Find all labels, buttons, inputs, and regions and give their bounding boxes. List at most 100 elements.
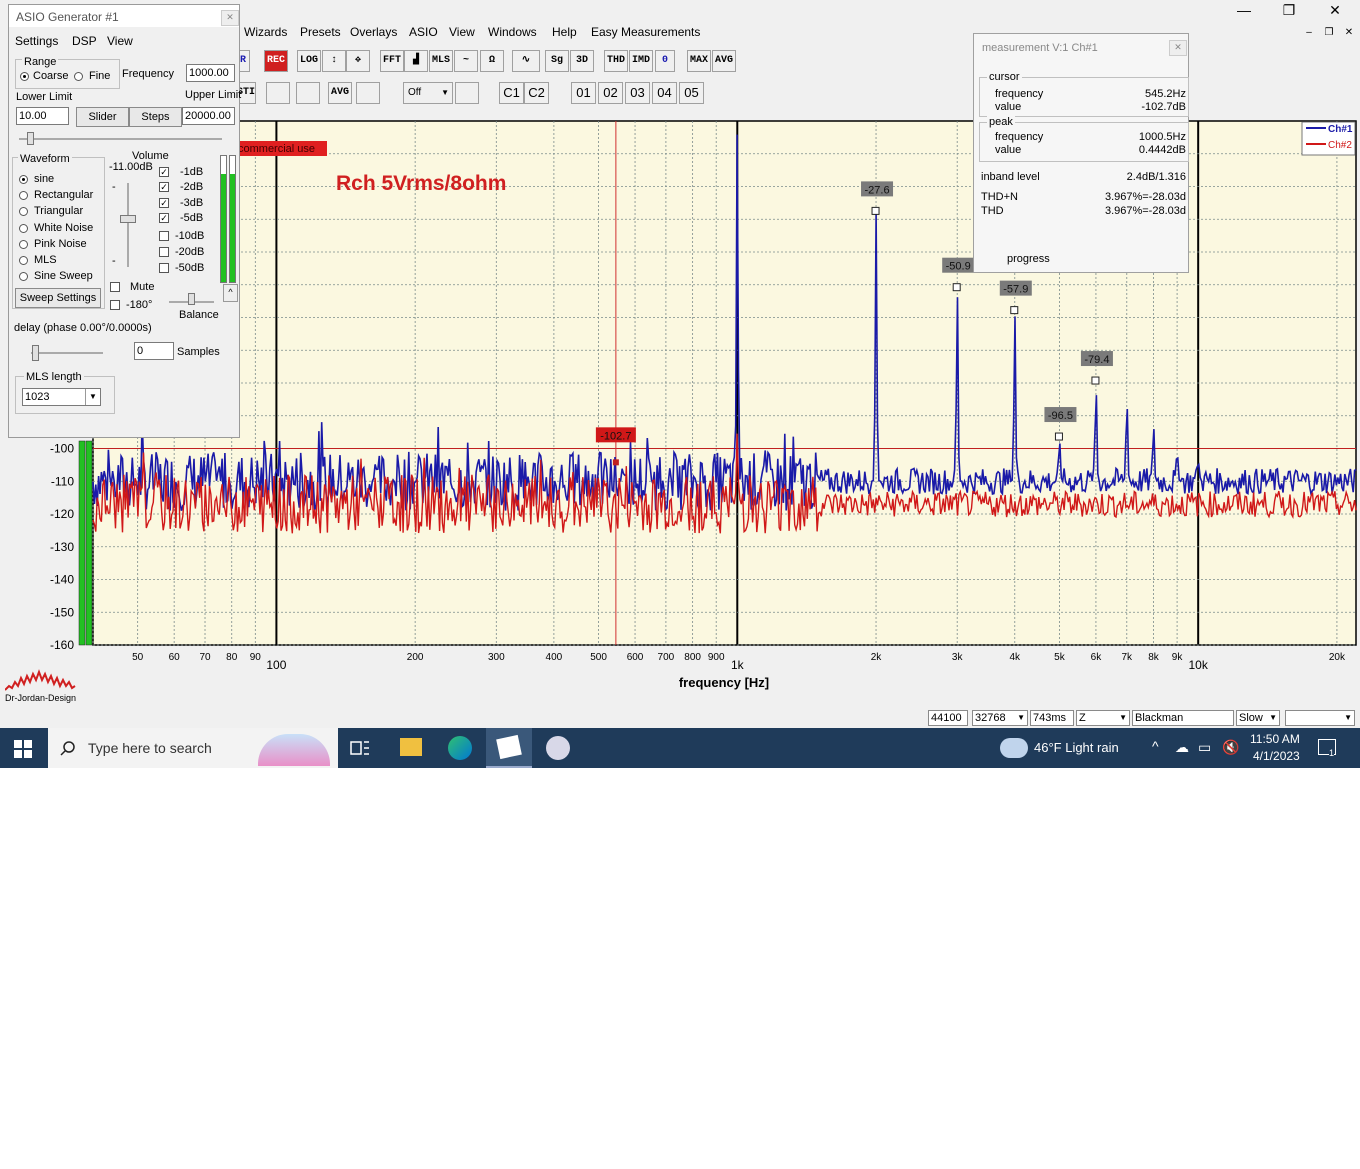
rew-taskbar-button[interactable] — [486, 728, 532, 768]
extra-select[interactable]: ▼ — [1285, 710, 1355, 726]
paint-icon[interactable] — [546, 736, 570, 760]
invert-checkbox[interactable] — [110, 300, 120, 310]
channel-c2-button[interactable]: C2 — [524, 82, 549, 104]
menu-item-wizards[interactable]: Wizards — [244, 25, 287, 39]
file-explorer-icon[interactable] — [400, 738, 422, 756]
weighting-select[interactable]: Z ▼ — [1076, 710, 1130, 726]
mdi-minimize-button[interactable]: – — [1302, 27, 1316, 38]
steps-button[interactable]: Steps — [129, 107, 182, 127]
generator-menu-dsp[interactable]: DSP — [72, 34, 97, 48]
vertical-zoom-button[interactable]: ↕ — [322, 50, 346, 72]
attenuator-checkbox-5[interactable] — [159, 247, 169, 257]
delay-slider-thumb[interactable] — [32, 345, 39, 361]
window-type-field[interactable]: Blackman — [1132, 710, 1234, 726]
volume-slider-thumb[interactable] — [120, 215, 136, 223]
volume-slider-track[interactable] — [127, 183, 129, 267]
minimize-button[interactable]: — — [1224, 2, 1264, 18]
sweep-button[interactable]: ~ — [454, 50, 478, 72]
tray-chevron-up-icon[interactable]: ^ — [1152, 738, 1159, 754]
sweep-settings-button[interactable]: Sweep Settings — [15, 288, 101, 308]
log-button[interactable]: LOG — [297, 50, 321, 72]
overlay-button[interactable]: ∿ — [512, 50, 540, 72]
frequency-slider-track[interactable] — [19, 138, 222, 140]
attenuator-checkbox-6[interactable] — [159, 263, 169, 273]
fine-radio[interactable] — [74, 72, 83, 81]
generator-menu-view[interactable]: View — [107, 34, 133, 48]
average-button[interactable]: AVG — [712, 50, 736, 72]
frequency-input[interactable]: 1000.00 — [186, 64, 235, 82]
mls-button[interactable]: MLS — [429, 50, 453, 72]
waveform-radio-sine[interactable] — [19, 175, 28, 184]
chevron-down-icon[interactable]: ▼ — [85, 389, 100, 405]
max-hold-button[interactable]: MAX — [687, 50, 711, 72]
taskbar-search-box[interactable]: Type here to search — [48, 728, 338, 768]
ohm-button[interactable]: Ω — [480, 50, 504, 72]
samples-input[interactable]: 0 — [134, 342, 174, 360]
memory-slot-02-button[interactable]: 02 — [598, 82, 623, 104]
frequency-slider-thumb[interactable] — [27, 132, 34, 145]
task-view-icon[interactable] — [350, 739, 370, 760]
attenuator-checkbox-4[interactable] — [159, 231, 169, 241]
volume-muted-icon[interactable]: 🔇 — [1222, 739, 1239, 756]
menu-item-windows[interactable]: Windows — [488, 25, 537, 39]
clock-time[interactable]: 11:50 AM — [1250, 732, 1300, 746]
menu-item-presets[interactable]: Presets — [300, 25, 341, 39]
slider-button[interactable]: Slider — [76, 107, 129, 127]
weather-icon[interactable] — [1000, 738, 1028, 758]
smoothing-select[interactable]: Off ▼ — [403, 82, 453, 104]
network-icon[interactable]: ▭ — [1198, 739, 1211, 756]
zero-button[interactable]: 0 — [655, 50, 675, 72]
chevron-down-icon[interactable]: ▼ — [1344, 711, 1352, 725]
fft-button[interactable]: FFT — [380, 50, 404, 72]
blank-toolbar-button[interactable] — [455, 82, 479, 104]
attenuator-checkbox-3[interactable]: ✓ — [159, 213, 169, 223]
generator-menu-settings[interactable]: Settings — [15, 34, 58, 48]
waveform-radio-pink-noise[interactable] — [19, 239, 28, 249]
sample-rate-field[interactable]: 44100 — [928, 710, 968, 726]
chevron-down-icon[interactable]: ▼ — [1269, 711, 1277, 725]
clock-date[interactable]: 4/1/2023 — [1253, 749, 1300, 763]
waveform-radio-mls[interactable] — [19, 256, 28, 265]
mls-length-select[interactable]: 1023 ▼ — [22, 388, 101, 406]
attenuator-checkbox-1[interactable]: ✓ — [159, 182, 169, 192]
record-button[interactable]: REC — [264, 50, 288, 72]
impulse-button[interactable] — [356, 82, 380, 104]
menu-item-easy-measurements[interactable]: Easy Measurements — [591, 25, 700, 39]
thd-button[interactable]: THD — [604, 50, 628, 72]
maximize-button[interactable]: ❐ — [1269, 2, 1309, 19]
copy-button[interactable] — [296, 82, 320, 104]
delay-slider-track[interactable] — [31, 352, 103, 354]
mute-checkbox[interactable] — [110, 282, 120, 292]
attenuator-checkbox-0[interactable]: ✓ — [159, 167, 169, 177]
fft-length-select[interactable]: 32768 ▼ — [972, 710, 1028, 726]
lower-limit-input[interactable]: 10.00 — [16, 107, 69, 125]
windows-start-icon[interactable] — [14, 740, 32, 761]
edge-icon[interactable] — [448, 736, 472, 760]
onedrive-icon[interactable]: ☁ — [1175, 739, 1189, 756]
balance-slider-thumb[interactable] — [188, 293, 195, 305]
memory-slot-05-button[interactable]: 05 — [679, 82, 704, 104]
memory-slot-04-button[interactable]: 04 — [652, 82, 677, 104]
channel-c1-button[interactable]: C1 — [499, 82, 524, 104]
generator-close-button[interactable]: ✕ — [221, 10, 239, 26]
coarse-radio[interactable] — [20, 72, 29, 81]
3d-button[interactable]: 3D — [570, 50, 594, 72]
memory-slot-03-button[interactable]: 03 — [625, 82, 650, 104]
pan-button[interactable]: ✥ — [346, 50, 370, 72]
signal-generator-button[interactable]: Sg — [545, 50, 569, 72]
memory-slot-01-button[interactable]: 01 — [571, 82, 596, 104]
menu-item-asio[interactable]: ASIO — [409, 25, 438, 39]
attenuator-checkbox-2[interactable]: ✓ — [159, 198, 169, 208]
mdi-close-button[interactable]: ✕ — [1342, 27, 1356, 38]
chevron-down-icon[interactable]: ▼ — [441, 83, 449, 103]
measurement-close-button[interactable]: ✕ — [1169, 40, 1187, 56]
meter-scroll-icon[interactable]: ^ — [223, 284, 238, 302]
average-mode-button[interactable]: AVG — [328, 82, 352, 104]
spectrum-button[interactable]: ▟ — [404, 50, 428, 72]
speed-select[interactable]: Slow ▼ — [1236, 710, 1280, 726]
weather-text[interactable]: 46°F Light rain — [1034, 740, 1119, 755]
close-button[interactable]: ✕ — [1315, 2, 1355, 19]
menu-item-help[interactable]: Help — [552, 25, 577, 39]
imd-button[interactable]: IMD — [629, 50, 653, 72]
menu-item-view[interactable]: View — [449, 25, 475, 39]
